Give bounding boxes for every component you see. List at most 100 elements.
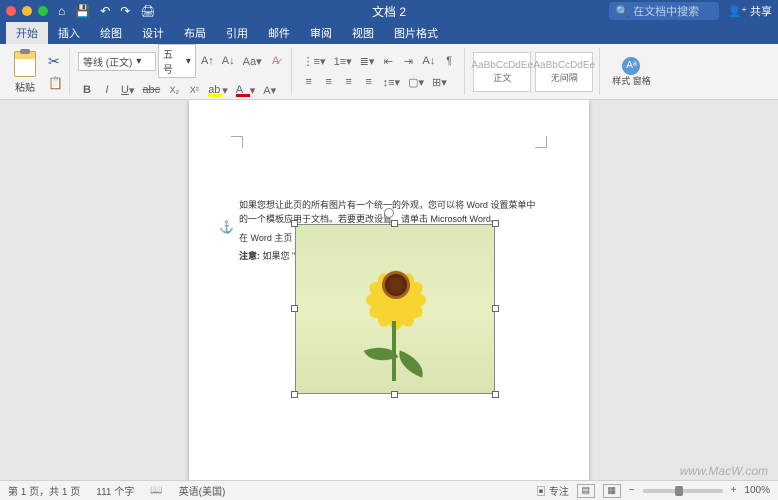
- document-page[interactable]: ⚓ 如果您想让此页的所有图片有一个统一的外观，您可以将 Word 设置菜单中的一…: [189, 100, 589, 480]
- titlebar: ⌂ 💾 ↶ ↷ 🖨 文档 2 🔍 在文档中搜索 👤⁺ 共享: [0, 0, 778, 22]
- home-icon[interactable]: ⌂: [58, 4, 65, 18]
- tab-layout[interactable]: 布局: [174, 22, 216, 44]
- resize-handle-ml[interactable]: [291, 305, 298, 312]
- italic-button[interactable]: I: [98, 81, 116, 99]
- font-group: 等线 (正文)▾ 五号▾ A↑ A↓ Aa▾ A̷ B I U▾ abc X₂ …: [72, 48, 292, 95]
- shading-button[interactable]: ▢▾: [405, 73, 427, 91]
- borders-button[interactable]: ⊞▾: [429, 73, 450, 91]
- statusbar: 第 1 页，共 1 页 111 个字 📖 英语(美国) ▣ 专注 ▤ ▦ − +…: [0, 480, 778, 500]
- indent-left-button[interactable]: ⇤: [379, 52, 397, 70]
- maximize-window-button[interactable]: [38, 6, 48, 16]
- quick-access-toolbar: ⌂ 💾 ↶ ↷ 🖨: [58, 4, 156, 18]
- subscript-button[interactable]: X₂: [165, 81, 183, 99]
- print-icon[interactable]: 🖨: [140, 4, 155, 18]
- tab-insert[interactable]: 插入: [48, 22, 90, 44]
- focus-mode-button[interactable]: ▣ 专注: [536, 483, 569, 498]
- window-controls: [6, 6, 48, 16]
- clipboard-group: 粘贴 ✂ 📋: [6, 48, 70, 95]
- zoom-level[interactable]: 100%: [744, 485, 770, 496]
- align-left-button[interactable]: ≡: [300, 73, 318, 91]
- shrink-font-button[interactable]: A↓: [219, 52, 238, 70]
- image-content[interactable]: [295, 224, 495, 394]
- copy-icon[interactable]: 📋: [48, 76, 63, 90]
- web-layout-view[interactable]: ▦: [603, 484, 621, 498]
- zoom-slider[interactable]: [643, 489, 723, 493]
- search-icon: 🔍: [615, 5, 629, 18]
- resize-handle-mr[interactable]: [492, 305, 499, 312]
- show-marks-button[interactable]: ¶: [440, 52, 458, 70]
- minimize-window-button[interactable]: [22, 6, 32, 16]
- font-name-select[interactable]: 等线 (正文)▾: [78, 52, 156, 71]
- styles-pane-button[interactable]: Aᵃ 样式 窗格: [608, 55, 655, 89]
- share-button[interactable]: 👤⁺ 共享: [727, 3, 772, 19]
- resize-handle-bm[interactable]: [391, 391, 398, 398]
- ribbon: 粘贴 ✂ 📋 等线 (正文)▾ 五号▾ A↑ A↓ Aa▾ A̷ B I U▾ …: [0, 44, 778, 100]
- resize-handle-tl[interactable]: [291, 220, 298, 227]
- tab-references[interactable]: 引用: [216, 22, 258, 44]
- margin-corner-tl: [231, 136, 243, 148]
- page-indicator[interactable]: 第 1 页，共 1 页: [8, 483, 80, 498]
- tab-mail[interactable]: 邮件: [258, 22, 300, 44]
- tab-home[interactable]: 开始: [6, 22, 48, 44]
- search-input[interactable]: 🔍 在文档中搜索: [609, 2, 719, 20]
- indent-right-button[interactable]: ⇥: [399, 52, 417, 70]
- bullets-button[interactable]: ⋮≡▾: [300, 52, 329, 70]
- resize-handle-tr[interactable]: [492, 220, 499, 227]
- tab-view[interactable]: 视图: [342, 22, 384, 44]
- tab-draw[interactable]: 绘图: [90, 22, 132, 44]
- underline-button[interactable]: U▾: [118, 81, 137, 99]
- watermark: www.MacW.com: [680, 464, 768, 478]
- share-icon: 👤⁺: [727, 5, 747, 18]
- save-icon[interactable]: 💾: [75, 4, 90, 18]
- word-count[interactable]: 111 个字: [96, 483, 134, 498]
- tab-review[interactable]: 审阅: [300, 22, 342, 44]
- sort-button[interactable]: A↓: [419, 52, 438, 70]
- resize-handle-br[interactable]: [492, 391, 499, 398]
- numbering-button[interactable]: 1≡▾: [331, 52, 355, 70]
- document-area[interactable]: ⚓ 如果您想让此页的所有图片有一个统一的外观，您可以将 Word 设置菜单中的一…: [0, 100, 778, 480]
- text-effects-button[interactable]: A▾: [260, 81, 279, 99]
- redo-icon[interactable]: ↷: [120, 4, 130, 18]
- clear-format-button[interactable]: A̷: [267, 52, 285, 70]
- spellcheck-icon[interactable]: 📖: [150, 485, 162, 496]
- styles-group: AaBbCcDdEe 正文 AaBbCcDdEe 无间隔: [467, 48, 600, 95]
- font-color-button[interactable]: A▾: [233, 81, 259, 99]
- resize-handle-bl[interactable]: [291, 391, 298, 398]
- tab-picture-format[interactable]: 图片格式: [384, 22, 448, 44]
- style-no-spacing[interactable]: AaBbCcDdEe 无间隔: [535, 52, 593, 92]
- style-normal[interactable]: AaBbCcDdEe 正文: [473, 52, 531, 92]
- chevron-down-icon: ▾: [186, 56, 191, 67]
- leaf-graphic: [394, 350, 428, 377]
- font-size-select[interactable]: 五号▾: [158, 44, 196, 78]
- superscript-button[interactable]: X²: [185, 81, 203, 99]
- tab-design[interactable]: 设计: [132, 22, 174, 44]
- paragraph-group: ⋮≡▾ 1≡▾ ≣▾ ⇤ ⇥ A↓ ¶ ≡ ≡ ≡ ≡ ↕≡▾ ▢▾ ⊞▾: [294, 48, 466, 95]
- paste-icon: [14, 51, 36, 77]
- close-window-button[interactable]: [6, 6, 16, 16]
- cut-icon[interactable]: ✂: [48, 53, 63, 70]
- align-center-button[interactable]: ≡: [320, 73, 338, 91]
- grow-font-button[interactable]: A↑: [198, 52, 217, 70]
- justify-button[interactable]: ≡: [360, 73, 378, 91]
- bold-button[interactable]: B: [78, 81, 96, 99]
- line-spacing-button[interactable]: ↕≡▾: [380, 73, 403, 91]
- rotate-handle[interactable]: [384, 208, 394, 218]
- print-layout-view[interactable]: ▤: [577, 484, 595, 498]
- styles-pane-group: Aᵃ 样式 窗格: [602, 48, 661, 95]
- zoom-in-button[interactable]: +: [731, 485, 737, 496]
- align-right-button[interactable]: ≡: [340, 73, 358, 91]
- resize-handle-tm[interactable]: [391, 220, 398, 227]
- highlight-button[interactable]: ab▾: [205, 81, 231, 99]
- paste-button[interactable]: 粘贴: [12, 49, 44, 94]
- language-indicator[interactable]: 英语(美国): [179, 483, 226, 498]
- sunflower-graphic: [356, 245, 436, 325]
- strikethrough-button[interactable]: abc: [139, 81, 163, 99]
- selected-image[interactable]: [295, 224, 495, 394]
- ribbon-tabs: 开始 插入 绘图 设计 布局 引用 邮件 审阅 视图 图片格式: [0, 22, 778, 44]
- anchor-icon: ⚓: [219, 220, 234, 234]
- document-title: 文档 2: [372, 3, 406, 20]
- undo-icon[interactable]: ↶: [100, 4, 110, 18]
- zoom-out-button[interactable]: −: [629, 485, 635, 496]
- change-case-button[interactable]: Aa▾: [240, 52, 265, 70]
- multilevel-button[interactable]: ≣▾: [357, 52, 378, 70]
